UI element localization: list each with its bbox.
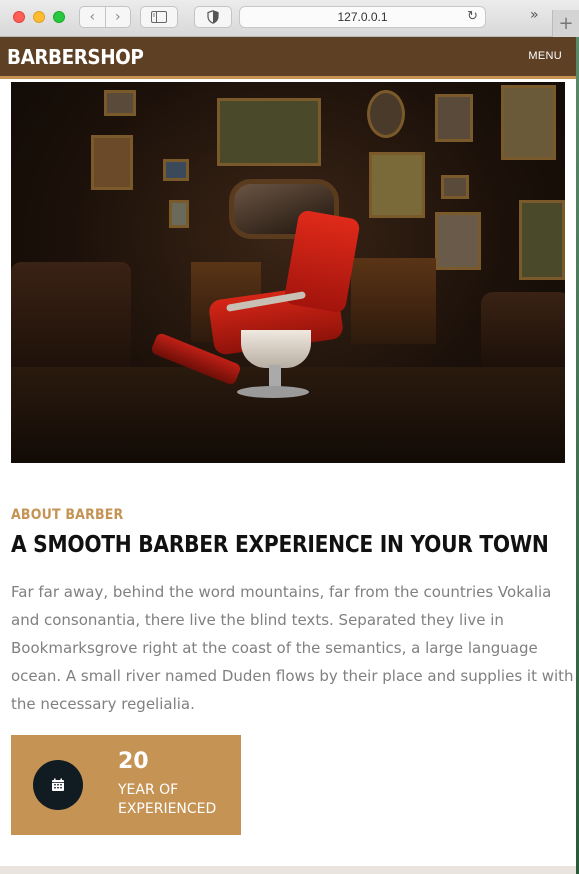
portrait-frame [435,94,473,142]
site-logo[interactable]: BARBERSHOP [7,45,144,69]
calendar-icon-circle [33,760,83,810]
framed-painting [435,212,481,270]
minimize-window-button[interactable] [33,11,45,23]
chevron-left-icon: ‹ [89,9,96,25]
web-page: BARBERSHOP MENU ABOUT BARBER A SMOOTH BA… [0,37,576,874]
history-navigation: ‹ › [79,6,131,28]
leather-sofa [481,292,565,372]
wooden-floor [11,367,565,463]
section-title: A SMOOTH BARBER EXPERIENCE IN YOUR TOWN [11,532,549,558]
mona-lisa-frame [519,200,565,280]
plus-icon: + [558,13,574,34]
site-header: BARBERSHOP MENU [0,37,576,79]
small-frame [104,90,136,116]
toolbar-overflow-button[interactable]: » [530,7,539,23]
small-frame [169,200,189,228]
landscape-painting-frame [217,98,321,166]
sidebar-toggle-button[interactable] [140,6,178,28]
oval-portrait-frame [367,90,405,138]
experience-label-line1: YEAR OF [118,782,179,798]
cabinet [351,258,436,344]
calendar-icon [52,778,64,791]
experience-stat-box: 20 YEAR OF EXPERIENCED [11,735,241,835]
forward-button[interactable]: › [104,7,131,27]
leather-sofa [11,262,131,382]
address-bar[interactable]: 127.0.0.1 ↻ [239,6,486,28]
section-subtitle: ABOUT BARBER [11,507,124,523]
back-button[interactable]: ‹ [80,7,105,27]
url-text: 127.0.0.1 [337,10,388,24]
browser-toolbar: ‹ › 127.0.0.1 ↻ » + [0,0,579,37]
framed-painting [369,152,425,218]
barbershop-hero-image [11,82,565,463]
small-frame [441,175,469,199]
shield-icon [207,10,219,24]
portrait-woman-frame [501,85,556,160]
section-description: Far far away, behind the word mountains,… [11,583,574,713]
chair-base-plate [237,386,309,398]
experience-years: 20 [118,749,149,774]
experience-label-line2: EXPERIENCED [118,801,217,817]
double-chevron-right-icon: » [530,7,539,23]
experience-label: YEAR OF EXPERIENCED [118,781,238,819]
reload-icon[interactable]: ↻ [467,9,478,24]
chevron-right-icon: › [114,9,121,25]
new-tab-button[interactable]: + [552,10,579,37]
close-window-button[interactable] [13,11,25,23]
page-bottom-strip [0,866,576,874]
zoom-window-button[interactable] [53,11,65,23]
menu-button[interactable]: MENU [528,50,562,62]
small-frame [163,159,189,181]
privacy-report-button[interactable] [194,6,232,28]
sidebar-icon [151,11,167,23]
chair-base [241,330,311,368]
portrait-boy-frame [91,135,133,190]
